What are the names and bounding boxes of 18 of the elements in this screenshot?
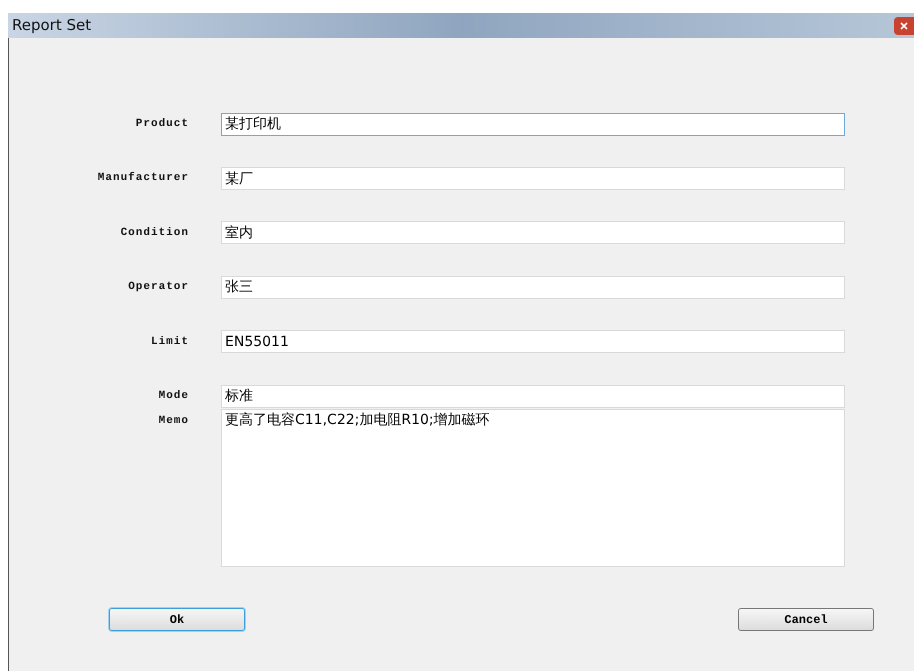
text-field[interactable]: EN55011 [221,330,845,354]
field-label: Manufacturer [96,170,190,186]
cancel-button[interactable]: Cancel [738,608,874,632]
memo-field[interactable]: 更高了电容C11,C22;加电阻R10;增加磁环 [221,409,845,568]
window-title: Report Set [11,15,92,36]
text-field[interactable]: 某厂 [221,167,845,190]
ok-button[interactable]: Ok [109,608,245,632]
close-icon[interactable] [894,16,914,34]
field-label: Condition [120,226,190,241]
text-field[interactable]: 张三 [221,276,845,299]
text-field[interactable]: 某打印机 [221,112,845,136]
field-label: Product [134,116,190,132]
text-field[interactable]: 室内 [221,221,845,244]
field-label: Limit [150,334,190,350]
field-label: Operator [127,280,190,296]
field-label: Mode [158,388,190,404]
text-field[interactable]: 标准 [221,384,845,408]
field-label: Memo [158,414,190,430]
